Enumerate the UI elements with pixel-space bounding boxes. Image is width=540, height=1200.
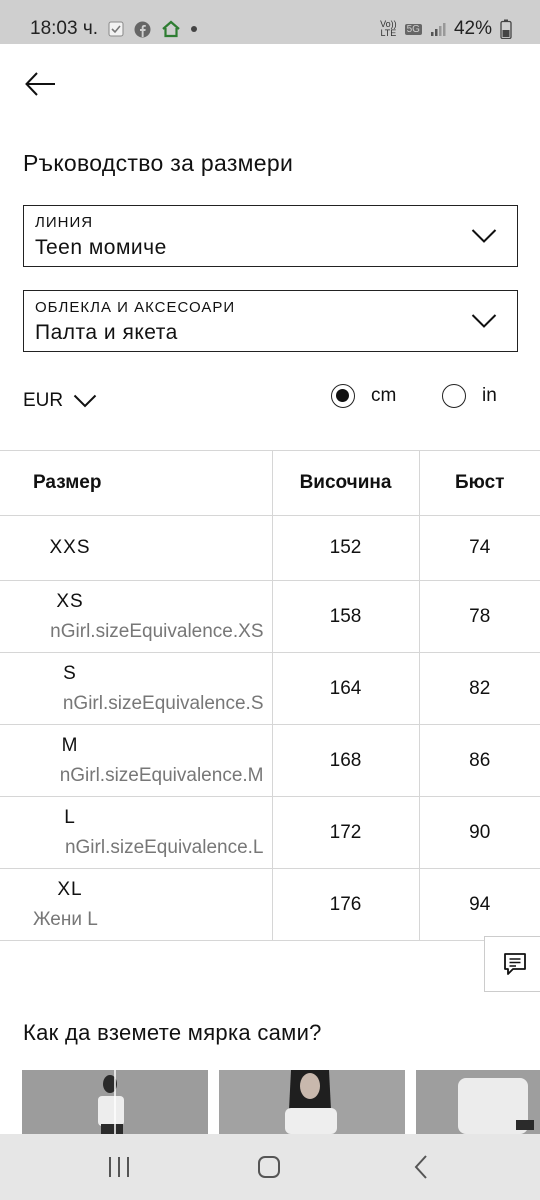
arrow-left-icon [25, 72, 55, 96]
category-select[interactable]: ОБЛЕКЛА И АКСЕСОАРИ Палта и якета [23, 290, 518, 352]
height-cell: 168 [272, 724, 420, 797]
line-select-caption: ЛИНИЯ [35, 214, 94, 231]
size-equivalence: nGirl.sizeEquivalence.XS [22, 620, 271, 643]
height-cell: 172 [272, 796, 420, 869]
chevron-left-icon [414, 1155, 427, 1179]
header-height: Височина [272, 450, 420, 516]
size-cell: L nGirl.sizeEquivalence.L [0, 796, 273, 869]
facebook-icon [134, 21, 151, 38]
size-label: XS [56, 590, 84, 612]
chat-button[interactable] [484, 936, 540, 992]
home-button[interactable] [249, 1152, 289, 1182]
more-notifications-dot-icon [191, 26, 198, 32]
size-label: XXS [49, 537, 91, 558]
unit-in-label: in [482, 385, 497, 406]
bust-cell: 94 [419, 868, 540, 941]
height-cell: 164 [272, 652, 420, 725]
home-icon [258, 1156, 280, 1178]
unit-in-radio[interactable]: in [442, 384, 497, 408]
height-cell: 158 [272, 580, 420, 653]
currency-dropdown[interactable]: EUR [23, 386, 97, 416]
checkbox-notification-icon [108, 21, 124, 37]
bust-cell: 74 [419, 515, 540, 581]
model-photo-image [219, 1070, 405, 1134]
size-equivalence-text: nGirl.sizeEquivalence.L [64, 836, 264, 858]
status-time: 18:03 ч. [30, 18, 99, 39]
home-app-icon [161, 20, 181, 38]
size-equivalence-text: nGirl.sizeEquivalence.XS [50, 620, 264, 642]
table-row: XS nGirl.sizeEquivalence.XS 158 78 [0, 580, 540, 653]
back-button[interactable] [24, 70, 58, 98]
size-cell: XL Жени L [0, 868, 273, 941]
category-select-caption: ОБЛЕКЛА И АКСЕСОАРИ [35, 299, 236, 316]
unit-cm-label: cm [371, 385, 397, 406]
size-label: M [61, 734, 79, 756]
currency-value: EUR [23, 390, 64, 411]
line-select[interactable]: ЛИНИЯ Teen момиче [23, 205, 518, 267]
battery-icon [500, 19, 512, 39]
how-to-measure-title: Как да вземете мярка сами? [23, 1020, 322, 1045]
chevron-down-icon [471, 229, 497, 243]
table-row: M nGirl.sizeEquivalence.M 168 86 [0, 724, 540, 797]
size-table: Размер Височина Бюст XXS 152 74 XS nGirl… [0, 450, 540, 941]
chevron-down-icon [471, 314, 497, 328]
battery-percent: 42% [453, 18, 492, 39]
chat-icon [503, 953, 526, 975]
size-equivalence: nGirl.sizeEquivalence.L [22, 836, 271, 859]
size-cell: XS nGirl.sizeEquivalence.XS [0, 580, 273, 653]
size-label: S [63, 662, 77, 684]
bust-cell: 90 [419, 796, 540, 869]
size-cell: XXS [0, 515, 273, 581]
status-bar: 18:03 ч. Vo)) LTE 5G 42% [0, 0, 540, 44]
size-equivalence: nGirl.sizeEquivalence.S [22, 692, 271, 715]
system-nav-bar [0, 1134, 540, 1200]
table-row: S nGirl.sizeEquivalence.S 164 82 [0, 652, 540, 725]
table-row: XXS 152 74 [0, 515, 540, 581]
size-equivalence-text: nGirl.sizeEquivalence.S [62, 692, 264, 714]
radio-checked-icon [331, 384, 355, 408]
size-equivalence: Жени L [33, 908, 98, 930]
network-type-icon: 5G [404, 23, 422, 35]
radio-unchecked-icon [442, 384, 466, 408]
bust-cell: 82 [419, 652, 540, 725]
size-cell: S nGirl.sizeEquivalence.S [0, 652, 273, 725]
header-bust: Бюст [419, 450, 540, 516]
signal-strength-icon [430, 21, 446, 37]
size-equivalence: nGirl.sizeEquivalence.M [22, 764, 271, 787]
system-back-button[interactable] [401, 1152, 441, 1182]
size-equivalence-text: nGirl.sizeEquivalence.M [59, 764, 264, 786]
category-select-value: Палта и якета [35, 321, 178, 344]
volte-indicator: Vo)) LTE [380, 20, 397, 38]
recent-apps-button[interactable] [99, 1152, 139, 1182]
size-cell: M nGirl.sizeEquivalence.M [0, 724, 273, 797]
size-label: XL [57, 878, 83, 900]
unit-cm-radio[interactable]: cm [331, 384, 396, 408]
model-photo-image [416, 1070, 540, 1134]
bust-cell: 78 [419, 580, 540, 653]
volte-bottom-text: LTE [380, 28, 397, 38]
network-type-text: 5G [404, 23, 422, 35]
line-select-value: Teen момиче [35, 236, 167, 259]
chevron-down-icon [73, 394, 97, 408]
table-header-row: Размер Височина Бюст [0, 450, 540, 516]
recent-apps-icon [109, 1157, 129, 1177]
height-cell: 152 [272, 515, 420, 581]
table-row: XL Жени L 176 94 [0, 868, 540, 941]
measure-photo-2[interactable] [219, 1070, 405, 1134]
header-size: Размер [0, 450, 273, 516]
model-photo-image [22, 1070, 208, 1134]
page-title: Ръководство за размери [23, 150, 294, 176]
size-label: L [64, 806, 76, 828]
measure-photo-1[interactable] [22, 1070, 208, 1134]
height-cell: 176 [272, 868, 420, 941]
measure-photo-3[interactable] [416, 1070, 540, 1134]
table-row: L nGirl.sizeEquivalence.L 172 90 [0, 796, 540, 869]
bust-cell: 86 [419, 724, 540, 797]
